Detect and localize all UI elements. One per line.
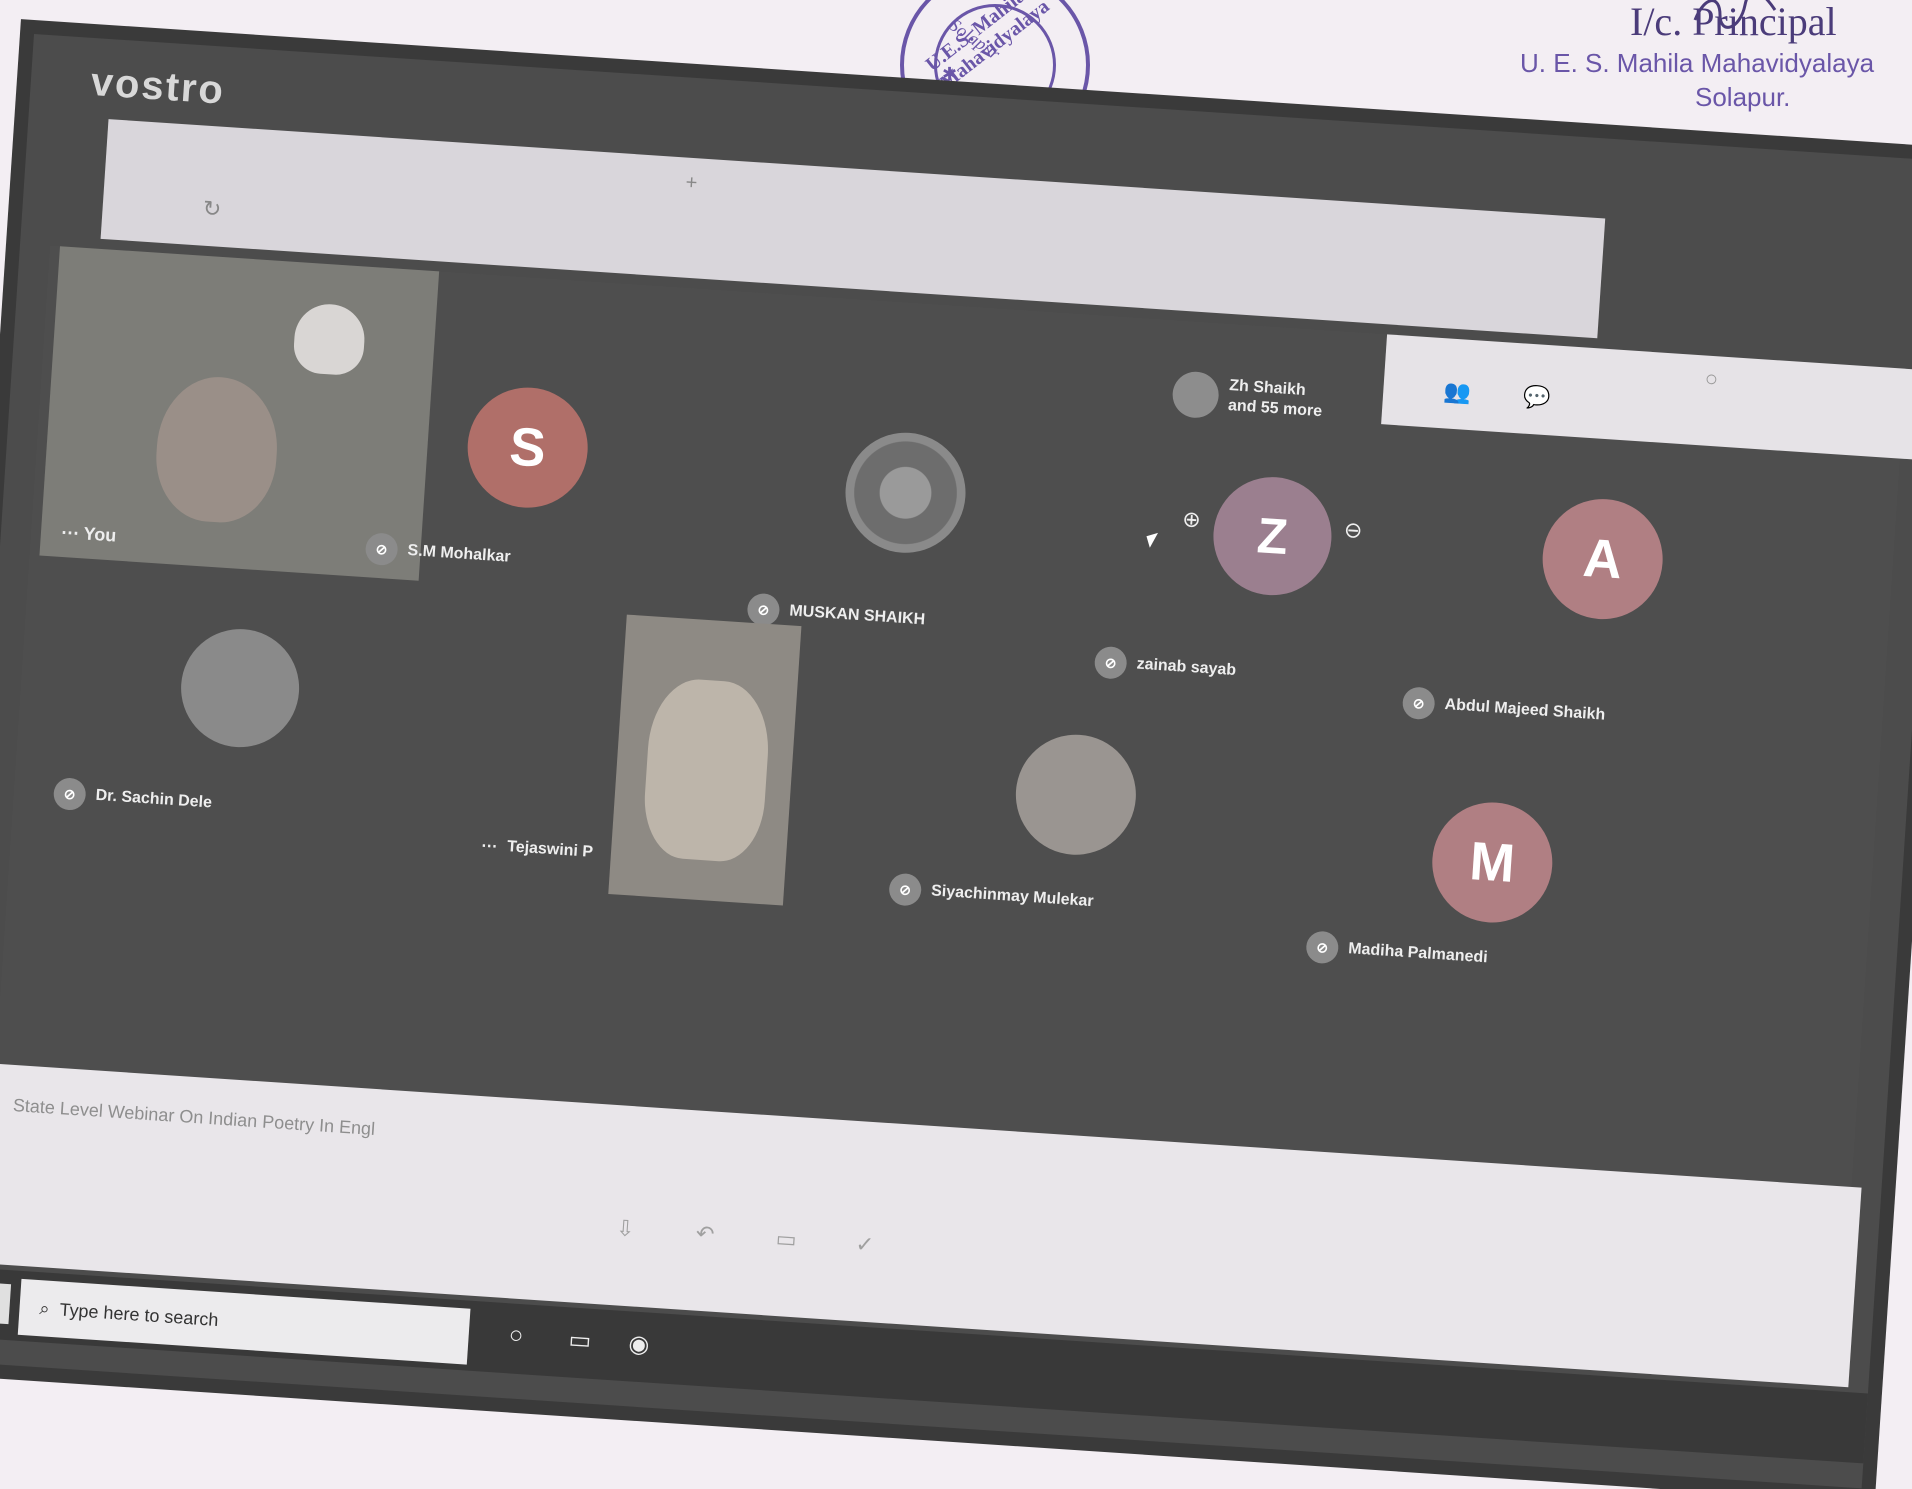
meeting-grid: ⋯ You Zh Shaikh and 55 more 👥 💬 ○ S ⊘ S.…: [0, 245, 1912, 1187]
participant-name-text: Abdul Majeed Shaikh: [1444, 695, 1606, 724]
participant-avatar[interactable]: M: [1428, 798, 1557, 927]
chrome-icon[interactable]: ◉: [628, 1329, 651, 1359]
participant-avatar[interactable]: Z: [1209, 473, 1336, 599]
search-icon: ⌕: [38, 1297, 51, 1319]
menu-dot-icon[interactable]: ○: [1704, 366, 1719, 393]
mouse-cursor-icon: [1146, 532, 1162, 548]
mic-off-icon: ⊘: [888, 872, 923, 907]
file-explorer-icon[interactable]: ▭: [568, 1325, 593, 1355]
participant-name: ⊘ Abdul Majeed Shaikh: [1401, 686, 1607, 731]
taskbar-search[interactable]: ⌕ Type here to search: [17, 1278, 471, 1365]
check-icon[interactable]: ✓: [855, 1231, 875, 1258]
download-icon[interactable]: ⇩: [615, 1215, 635, 1242]
reload-icon[interactable]: ↻: [202, 196, 222, 223]
participant-name: ⊘ Siyachinmay Mulekar: [888, 872, 1095, 918]
participant-name-text: Madiha Palmanedi: [1347, 940, 1489, 967]
laptop-brand: vostro: [89, 59, 227, 113]
participant-name: ⊘ Dr. Sachin Dele: [52, 777, 213, 819]
participant-video-tile[interactable]: [608, 614, 802, 906]
mic-off-icon: ⊘: [52, 777, 87, 812]
chat-icon[interactable]: 💬: [1522, 384, 1551, 412]
laptop-screen: vostro + ↻ ⋯ You Zh Shaikh and 55 more 👥…: [0, 34, 1912, 1489]
participant-name: ⊘ Madiha Palmanedi: [1305, 930, 1488, 974]
undo-icon[interactable]: ↶: [695, 1221, 715, 1248]
participant-photo[interactable]: [1012, 730, 1140, 859]
mic-off-icon: ⊘: [1401, 686, 1436, 721]
participant-name: ⋯ Tejaswini P: [481, 835, 594, 862]
remove-icon[interactable]: ⊖: [1343, 517, 1363, 544]
event-title: State Level Webinar On Indian Poetry In …: [12, 1094, 376, 1139]
people-icon[interactable]: 👥: [1443, 378, 1472, 406]
participant-avatar[interactable]: A: [1538, 495, 1667, 623]
participant-avatar: [1171, 370, 1221, 420]
mic-off-icon: ⊘: [1305, 930, 1340, 965]
participant-name-text: Siyachinmay Mulekar: [930, 882, 1095, 911]
participant-avatar[interactable]: S: [463, 383, 592, 512]
windows-start-button[interactable]: [0, 1281, 12, 1325]
mic-off-icon: ⊘: [1093, 645, 1128, 680]
pin-icon[interactable]: ⊕: [1182, 506, 1202, 533]
participant-name-text: Tejaswini P: [506, 838, 594, 861]
signatory-college: U. E. S. Mahila Mahavidyalaya: [1520, 48, 1875, 78]
participant-name-text: MUSKAN SHAIKH: [788, 602, 926, 629]
mic-off-icon: ⊘: [746, 592, 781, 627]
self-label: ⋯ You: [60, 522, 117, 547]
new-tab-icon[interactable]: +: [685, 172, 698, 196]
task-view-icon[interactable]: ○: [508, 1321, 524, 1350]
participant-video-face: [640, 676, 773, 864]
more-participants[interactable]: Zh Shaikh and 55 more: [1170, 360, 1374, 443]
mic-off-icon: ⊘: [364, 532, 399, 567]
signatory-city: Solapur.: [1695, 82, 1791, 112]
more-options-icon[interactable]: ⋯: [60, 522, 84, 543]
more-options-icon[interactable]: ⋯: [481, 835, 498, 856]
participant-photo[interactable]: [177, 625, 303, 751]
participant-name: ⊘ zainab sayab: [1093, 645, 1237, 687]
signatory-title: I/c. Principal: [1630, 0, 1837, 44]
participant-photo[interactable]: [841, 428, 970, 557]
video-icon[interactable]: ▭: [775, 1226, 797, 1253]
participant-name-text: S.M Mohalkar: [407, 541, 512, 566]
background-lamp: [292, 302, 367, 377]
self-video-face: [152, 373, 282, 526]
side-panel: 👥 💬 ○: [1381, 334, 1912, 462]
participant-name-text: zainab sayab: [1136, 655, 1237, 680]
self-name: You: [83, 523, 117, 546]
seal-star-icon: ✱: [942, 64, 958, 84]
participant-name-text: Dr. Sachin Dele: [95, 786, 213, 812]
self-video-tile[interactable]: ⋯ You: [39, 246, 440, 581]
more-participants-text: Zh Shaikh and 55 more: [1227, 376, 1359, 425]
search-placeholder: Type here to search: [58, 1299, 220, 1330]
